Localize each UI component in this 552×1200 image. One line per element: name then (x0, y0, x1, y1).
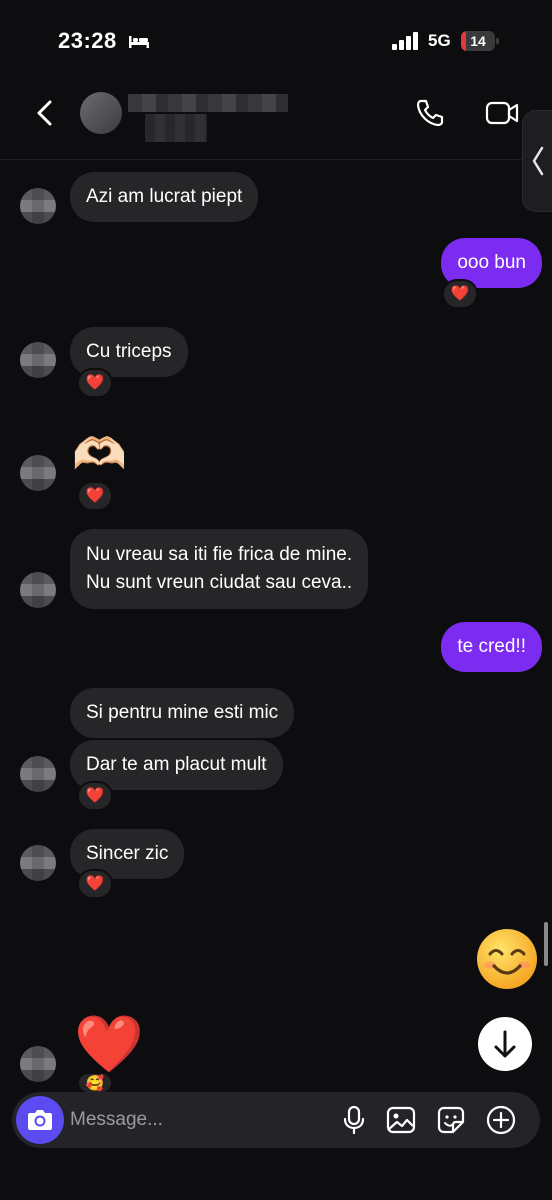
sender-avatar[interactable] (20, 572, 56, 608)
back-button[interactable] (30, 96, 60, 130)
scrollbar[interactable] (544, 922, 548, 966)
arrow-down-icon (494, 1030, 516, 1058)
chat-header (0, 80, 552, 160)
reaction-badge[interactable]: ❤️ (77, 781, 113, 811)
battery-percent: 14 (470, 33, 486, 49)
heart-emoji-message[interactable]: ❤️ (74, 1012, 144, 1076)
message-bubble-incoming[interactable]: Si pentru mine esti mic (70, 688, 295, 738)
status-time: 23:28 (58, 28, 117, 53)
reaction-badge[interactable]: ❤️ (77, 481, 113, 511)
sender-avatar[interactable] (20, 756, 56, 792)
message-text: Dar te am placut mult (86, 754, 267, 775)
heart-hands-emoji[interactable]: 🫶🏻 (72, 430, 127, 480)
sender-avatar[interactable] (20, 455, 56, 491)
reaction-badge[interactable]: ❤️ (442, 279, 478, 309)
message-bubble-incoming[interactable]: Azi am lucrat piept (70, 172, 259, 222)
phone-icon[interactable] (414, 97, 446, 129)
contact-name-redacted[interactable] (128, 94, 288, 112)
message-text: te cred!! (457, 636, 526, 657)
contact-username-redacted (145, 114, 207, 142)
message-composer (12, 1092, 540, 1148)
message-text: Cu triceps (86, 341, 172, 362)
contact-avatar[interactable] (80, 92, 122, 134)
video-camera-icon[interactable] (484, 97, 520, 129)
smiling-face-emoji[interactable] (476, 928, 538, 990)
network-label: 5G (428, 31, 451, 50)
signal-icon (392, 32, 418, 50)
scroll-to-bottom-button[interactable] (478, 1017, 532, 1071)
microphone-icon[interactable] (338, 1104, 370, 1136)
chevron-left-icon (532, 146, 544, 176)
side-panel-tab[interactable] (522, 110, 552, 212)
sender-avatar[interactable] (20, 1046, 56, 1082)
message-bubble-outgoing[interactable]: te cred!! (441, 622, 542, 672)
message-text: Azi am lucrat piept (86, 186, 243, 207)
battery-indicator: 14 (461, 31, 499, 51)
message-bubble-incoming[interactable]: Nu vreau sa iti fie frica de mine. Nu su… (70, 529, 369, 609)
reaction-badge[interactable]: ❤️ (77, 869, 113, 899)
camera-icon (28, 1110, 52, 1130)
sender-avatar[interactable] (20, 845, 56, 881)
reaction-badge[interactable]: 🥰 (77, 1072, 113, 1094)
plus-icon[interactable] (485, 1104, 517, 1136)
sticker-icon[interactable] (435, 1104, 467, 1136)
camera-button[interactable] (16, 1096, 64, 1144)
sleep-focus-icon (129, 36, 149, 48)
message-text: Si pentru mine esti mic (86, 702, 279, 723)
message-text: ooo bun (457, 252, 526, 273)
reaction-badge[interactable]: ❤️ (77, 368, 113, 398)
sender-avatar[interactable] (20, 342, 56, 378)
message-text-line: Nu sunt vreun ciudat sau ceva.. (86, 572, 353, 593)
message-text-line: Nu vreau sa iti fie frica de mine. (86, 544, 353, 565)
message-text: Sincer zic (86, 843, 169, 864)
message-input[interactable] (70, 1102, 330, 1138)
sender-avatar[interactable] (20, 188, 56, 224)
gallery-icon[interactable] (385, 1104, 417, 1136)
status-bar: 23:28 5G 14 (0, 0, 552, 80)
